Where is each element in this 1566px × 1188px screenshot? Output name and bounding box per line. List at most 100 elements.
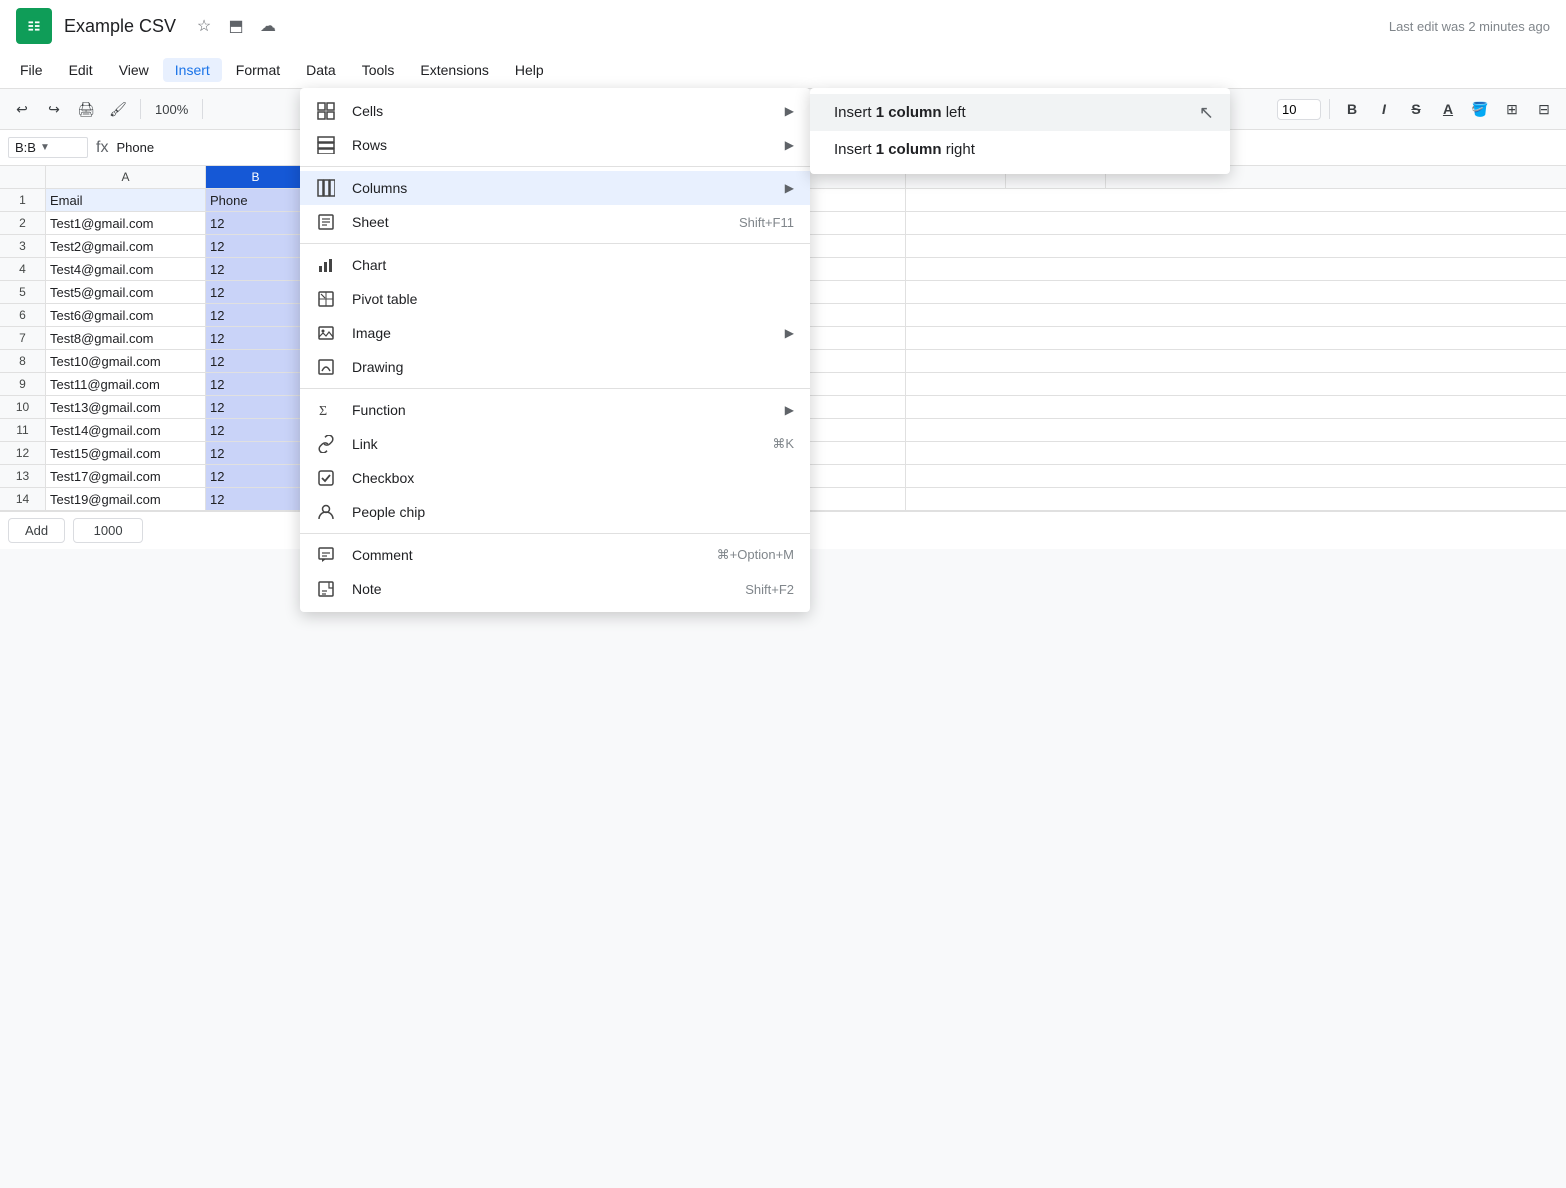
columns-submenu[interactable]: Insert 1 column left ↖ Insert 1 column r… <box>810 88 1230 174</box>
paint-format-button[interactable]: 🖌 <box>104 95 132 123</box>
cell-h4[interactable] <box>806 258 906 280</box>
cell-a4[interactable]: Test4@gmail.com <box>46 258 206 280</box>
insert-sheet-item[interactable]: Sheet Shift+F11 <box>300 205 810 239</box>
cell-a13[interactable]: Test17@gmail.com <box>46 465 206 487</box>
cell-h11[interactable] <box>806 419 906 441</box>
cell-h9[interactable] <box>806 373 906 395</box>
cell-h5[interactable] <box>806 281 906 303</box>
col-header-b[interactable]: B <box>206 166 306 188</box>
cell-h3[interactable] <box>806 235 906 257</box>
row-header[interactable]: 3 <box>0 235 46 257</box>
insert-rows-item[interactable]: Rows ▶ <box>300 128 810 162</box>
cell-b4[interactable]: 12 <box>206 258 306 280</box>
menu-help[interactable]: Help <box>503 58 556 82</box>
add-rows-button[interactable]: Add <box>8 518 65 543</box>
cell-ref-chevron[interactable]: ▼ <box>40 142 50 153</box>
insert-chart-item[interactable]: Chart <box>300 248 810 282</box>
cell-b2[interactable]: 12 <box>206 212 306 234</box>
cell-a2[interactable]: Test1@gmail.com <box>46 212 206 234</box>
cell-h7[interactable] <box>806 327 906 349</box>
row-header[interactable]: 8 <box>0 350 46 372</box>
insert-pivot-item[interactable]: Pivot table <box>300 282 810 316</box>
print-button[interactable]: 🖨 <box>72 95 100 123</box>
row-header[interactable]: 10 <box>0 396 46 418</box>
menu-format[interactable]: Format <box>224 58 292 82</box>
menu-insert[interactable]: Insert <box>163 58 222 82</box>
cell-b14[interactable]: 12 <box>206 488 306 510</box>
insert-image-item[interactable]: Image ▶ <box>300 316 810 350</box>
row-header[interactable]: 13 <box>0 465 46 487</box>
star-icon[interactable]: ☆ <box>192 14 216 38</box>
cell-a1[interactable]: Email <box>46 189 206 211</box>
insert-col-right-item[interactable]: Insert 1 column right <box>810 131 1230 168</box>
insert-comment-item[interactable]: Comment ⌘+Option+M <box>300 538 810 572</box>
row-header[interactable]: 1 <box>0 189 46 211</box>
cell-b5[interactable]: 12 <box>206 281 306 303</box>
row-header[interactable]: 7 <box>0 327 46 349</box>
cell-b1[interactable]: Phone <box>206 189 306 211</box>
cell-a9[interactable]: Test11@gmail.com <box>46 373 206 395</box>
menu-view[interactable]: View <box>107 58 161 82</box>
cell-h12[interactable] <box>806 442 906 464</box>
cell-a3[interactable]: Test2@gmail.com <box>46 235 206 257</box>
menu-file[interactable]: File <box>8 58 55 82</box>
cell-b3[interactable]: 12 <box>206 235 306 257</box>
cell-b10[interactable]: 12 <box>206 396 306 418</box>
folder-icon[interactable]: ⬒ <box>224 14 248 38</box>
menu-data[interactable]: Data <box>294 58 348 82</box>
menu-edit[interactable]: Edit <box>57 58 105 82</box>
row-header[interactable]: 6 <box>0 304 46 326</box>
insert-function-item[interactable]: Σ Function ▶ <box>300 393 810 427</box>
insert-checkbox-item[interactable]: Checkbox <box>300 461 810 495</box>
insert-drawing-item[interactable]: Drawing <box>300 350 810 384</box>
row-header[interactable]: 14 <box>0 488 46 510</box>
menu-tools[interactable]: Tools <box>350 58 407 82</box>
row-header[interactable]: 12 <box>0 442 46 464</box>
cell-b11[interactable]: 12 <box>206 419 306 441</box>
underline-button[interactable]: A <box>1434 95 1462 123</box>
insert-link-item[interactable]: Link ⌘K <box>300 427 810 461</box>
redo-button[interactable]: ↪ <box>40 95 68 123</box>
cell-b7[interactable]: 12 <box>206 327 306 349</box>
cell-a12[interactable]: Test15@gmail.com <box>46 442 206 464</box>
insert-col-left-item[interactable]: Insert 1 column left ↖ <box>810 94 1230 131</box>
row-header[interactable]: 2 <box>0 212 46 234</box>
insert-cells-item[interactable]: Cells ▶ <box>300 94 810 128</box>
cell-h14[interactable] <box>806 488 906 510</box>
cell-h10[interactable] <box>806 396 906 418</box>
cell-h1[interactable] <box>806 189 906 211</box>
merge-cells-button[interactable]: ⊟ <box>1530 95 1558 123</box>
col-header-a[interactable]: A <box>46 166 206 188</box>
row-header[interactable]: 9 <box>0 373 46 395</box>
menu-extensions[interactable]: Extensions <box>408 58 500 82</box>
cloud-icon[interactable]: ☁ <box>256 14 280 38</box>
insert-menu[interactable]: Cells ▶ Rows ▶ Columns ▶ Sheet Shif <box>300 88 810 612</box>
cell-reference[interactable]: B:B ▼ <box>8 137 88 158</box>
cell-h8[interactable] <box>806 350 906 372</box>
cell-h6[interactable] <box>806 304 906 326</box>
row-header[interactable]: 4 <box>0 258 46 280</box>
row-header[interactable]: 5 <box>0 281 46 303</box>
cell-a5[interactable]: Test5@gmail.com <box>46 281 206 303</box>
font-size-input[interactable] <box>1277 99 1321 120</box>
cell-a7[interactable]: Test8@gmail.com <box>46 327 206 349</box>
insert-people-chip-item[interactable]: People chip <box>300 495 810 529</box>
cell-h2[interactable] <box>806 212 906 234</box>
cell-b9[interactable]: 12 <box>206 373 306 395</box>
cell-h13[interactable] <box>806 465 906 487</box>
cell-b8[interactable]: 12 <box>206 350 306 372</box>
insert-columns-item[interactable]: Columns ▶ <box>300 171 810 205</box>
add-rows-count-input[interactable] <box>73 518 143 543</box>
zoom-selector[interactable]: 100% <box>149 100 194 119</box>
undo-button[interactable]: ↩ <box>8 95 36 123</box>
cell-b12[interactable]: 12 <box>206 442 306 464</box>
cell-a6[interactable]: Test6@gmail.com <box>46 304 206 326</box>
fill-color-button[interactable]: 🪣 <box>1466 95 1494 123</box>
italic-button[interactable]: I <box>1370 95 1398 123</box>
cell-a8[interactable]: Test10@gmail.com <box>46 350 206 372</box>
cell-b13[interactable]: 12 <box>206 465 306 487</box>
cell-a11[interactable]: Test14@gmail.com <box>46 419 206 441</box>
bold-button[interactable]: B <box>1338 95 1366 123</box>
strikethrough-button[interactable]: S <box>1402 95 1430 123</box>
cell-a14[interactable]: Test19@gmail.com <box>46 488 206 510</box>
